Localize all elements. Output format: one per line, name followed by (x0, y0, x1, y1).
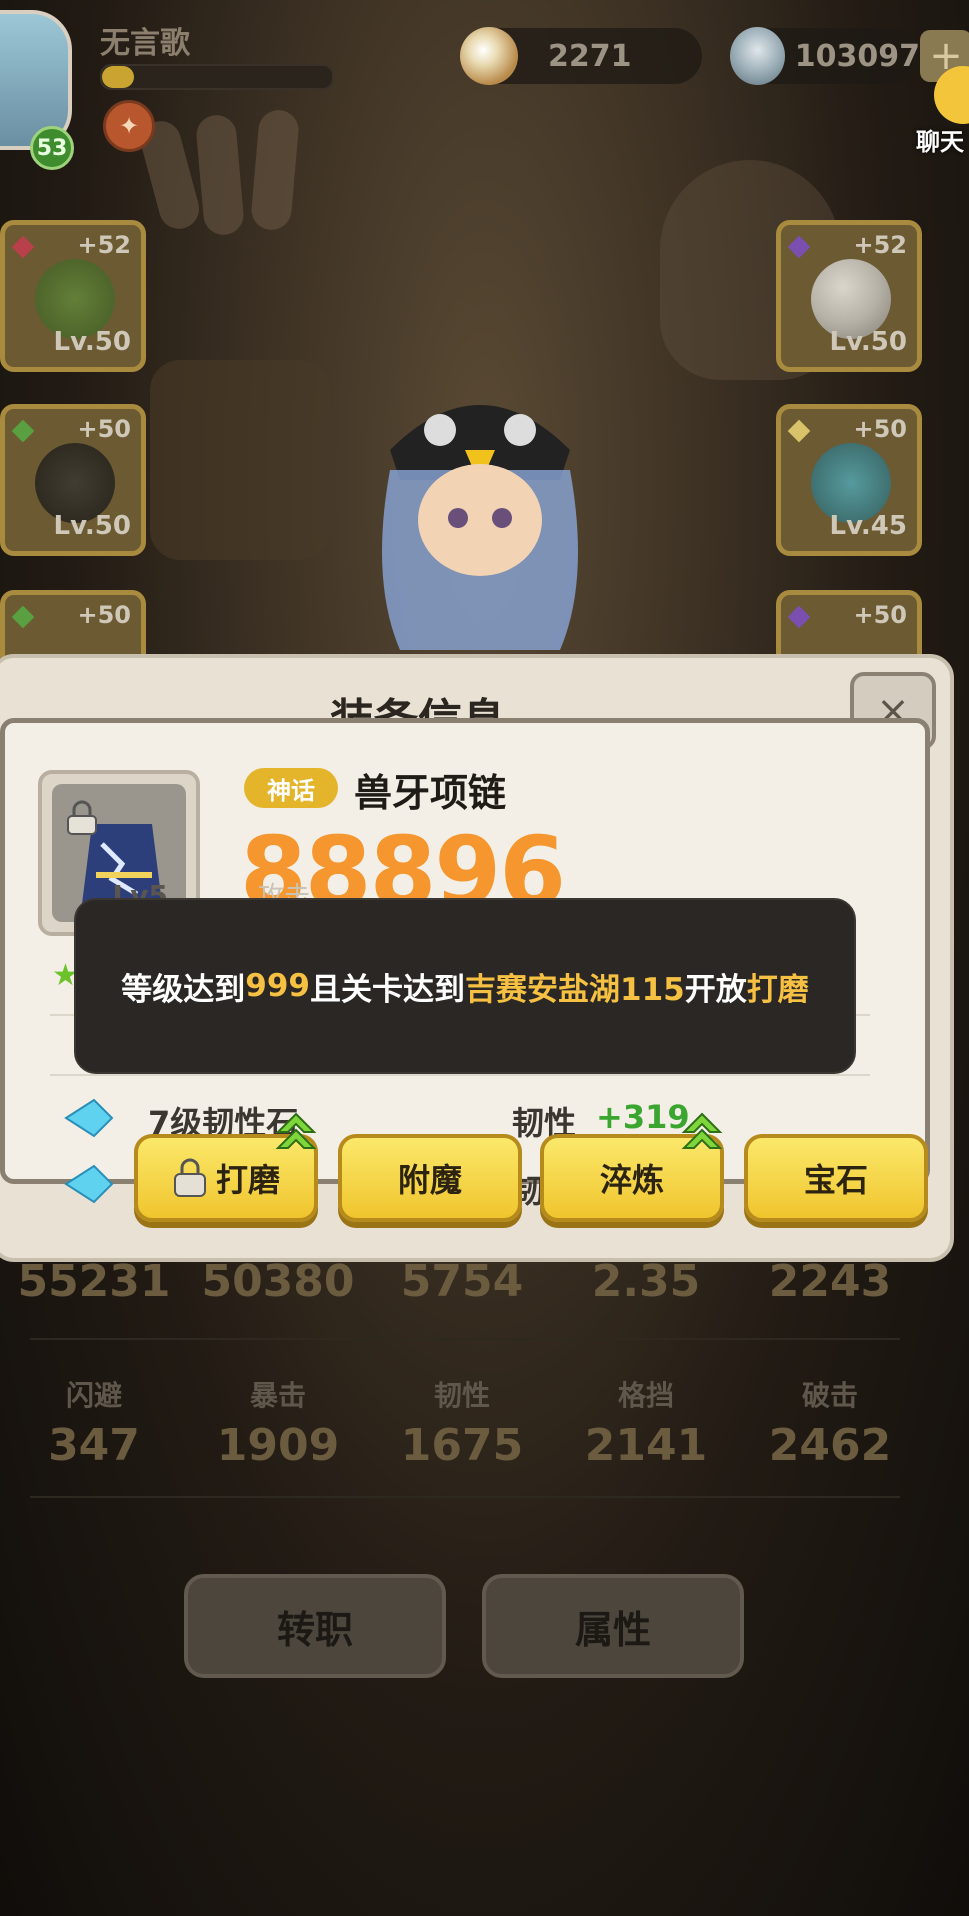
pearl-icon (460, 27, 518, 85)
slot-enhance-level: +50 (853, 601, 907, 629)
toast-text: 等级达到 (121, 971, 246, 1008)
chat-button[interactable]: 聊天 (898, 62, 969, 162)
stat-value: 2243 (768, 1256, 892, 1307)
chat-icon (934, 66, 969, 124)
stat-value-toughness: 1675 (400, 1420, 524, 1471)
up-arrow-icon (681, 1112, 723, 1149)
gem-icon (11, 235, 35, 259)
lock-icon (67, 800, 97, 835)
gem-icon (11, 419, 35, 443)
pearl-amount: 2271 (548, 38, 632, 74)
toast-text: 且关卡达到 (310, 971, 465, 1008)
gem-stone-value: +319 (596, 1098, 690, 1136)
stone-icon (64, 1164, 114, 1204)
toast-text: 开放 (684, 971, 747, 1008)
gem-icon (11, 605, 35, 629)
shell-currency[interactable]: 103097 (730, 27, 920, 85)
toast-stage: 吉赛安盐湖115 (465, 971, 685, 1008)
equipment-slot-left-1[interactable]: +52 Lv.50 (0, 220, 146, 372)
item-name: 兽牙项链 (354, 771, 507, 815)
divider (50, 1074, 870, 1076)
shell-icon (730, 27, 785, 85)
stat-value: 55231 (17, 1256, 171, 1307)
toast-level: 999 (245, 968, 310, 1004)
stat-label-block: 格挡 (617, 1379, 674, 1412)
stone-icon (64, 1098, 114, 1138)
toast-feature: 打磨 (746, 971, 809, 1008)
slot-enhance-level: +50 (77, 601, 131, 629)
unlock-requirement-toast: 等级达到 999 且关卡达到 吉赛安盐湖115 开放 打磨 (74, 898, 856, 1074)
pearl-currency[interactable]: 2271 (460, 27, 702, 85)
player-avatar[interactable]: 53 (0, 10, 78, 170)
player-character (382, 405, 578, 650)
stat-label-dodge: 闪避 (65, 1379, 122, 1412)
stat-value-crit: 1909 (216, 1420, 340, 1471)
slot-item-level: Lv.50 (53, 327, 131, 357)
equipment-slot-right-2[interactable]: +50 Lv.45 (776, 404, 922, 556)
stat-label-crit: 暴击 (249, 1379, 306, 1412)
attributes-button[interactable]: 属性 (482, 1574, 744, 1678)
gem-button[interactable]: 宝石 (744, 1134, 928, 1222)
stat-value-block: 2141 (584, 1420, 708, 1471)
player-level-badge: 53 (30, 126, 74, 170)
equipment-slot-right-1[interactable]: +52 Lv.50 (776, 220, 922, 372)
slot-enhance-level: +52 (853, 231, 907, 259)
polish-label: 打磨 (215, 1161, 280, 1199)
rarity-badge: 神话 (244, 768, 338, 808)
slot-item-level: Lv.45 (829, 511, 907, 541)
experience-bar-fill (102, 66, 135, 88)
gem-icon (787, 235, 811, 259)
chat-label: 聊天 (916, 128, 964, 156)
job-change-button[interactable]: 转职 (184, 1574, 446, 1678)
player-name: 无言歌 (100, 26, 190, 61)
slot-enhance-level: +52 (77, 231, 131, 259)
class-emblem-icon[interactable]: ✦ (103, 100, 155, 152)
stat-value-break: 2462 (768, 1420, 892, 1471)
up-arrow-icon (275, 1112, 317, 1149)
slot-item-level: Lv.50 (829, 327, 907, 357)
equipment-slot-left-2[interactable]: +50 Lv.50 (0, 404, 146, 556)
lock-icon (173, 1158, 206, 1197)
divider (30, 1338, 900, 1340)
divider (30, 1496, 900, 1498)
experience-bar (100, 64, 334, 90)
stat-value-dodge: 347 (48, 1420, 140, 1471)
gem-icon (787, 419, 811, 443)
gem-icon (787, 605, 811, 629)
enchant-button[interactable]: 附魔 (338, 1134, 522, 1222)
stat-value: 5754 (400, 1256, 524, 1307)
slot-item-level: Lv.50 (53, 511, 131, 541)
slot-enhance-level: +50 (853, 415, 907, 443)
stat-label-toughness: 韧性 (433, 1379, 490, 1412)
stat-value: 2.35 (591, 1256, 701, 1307)
stat-label-break: 破击 (801, 1379, 858, 1412)
slot-enhance-level: +50 (77, 415, 131, 443)
stat-value: 50380 (201, 1256, 355, 1307)
